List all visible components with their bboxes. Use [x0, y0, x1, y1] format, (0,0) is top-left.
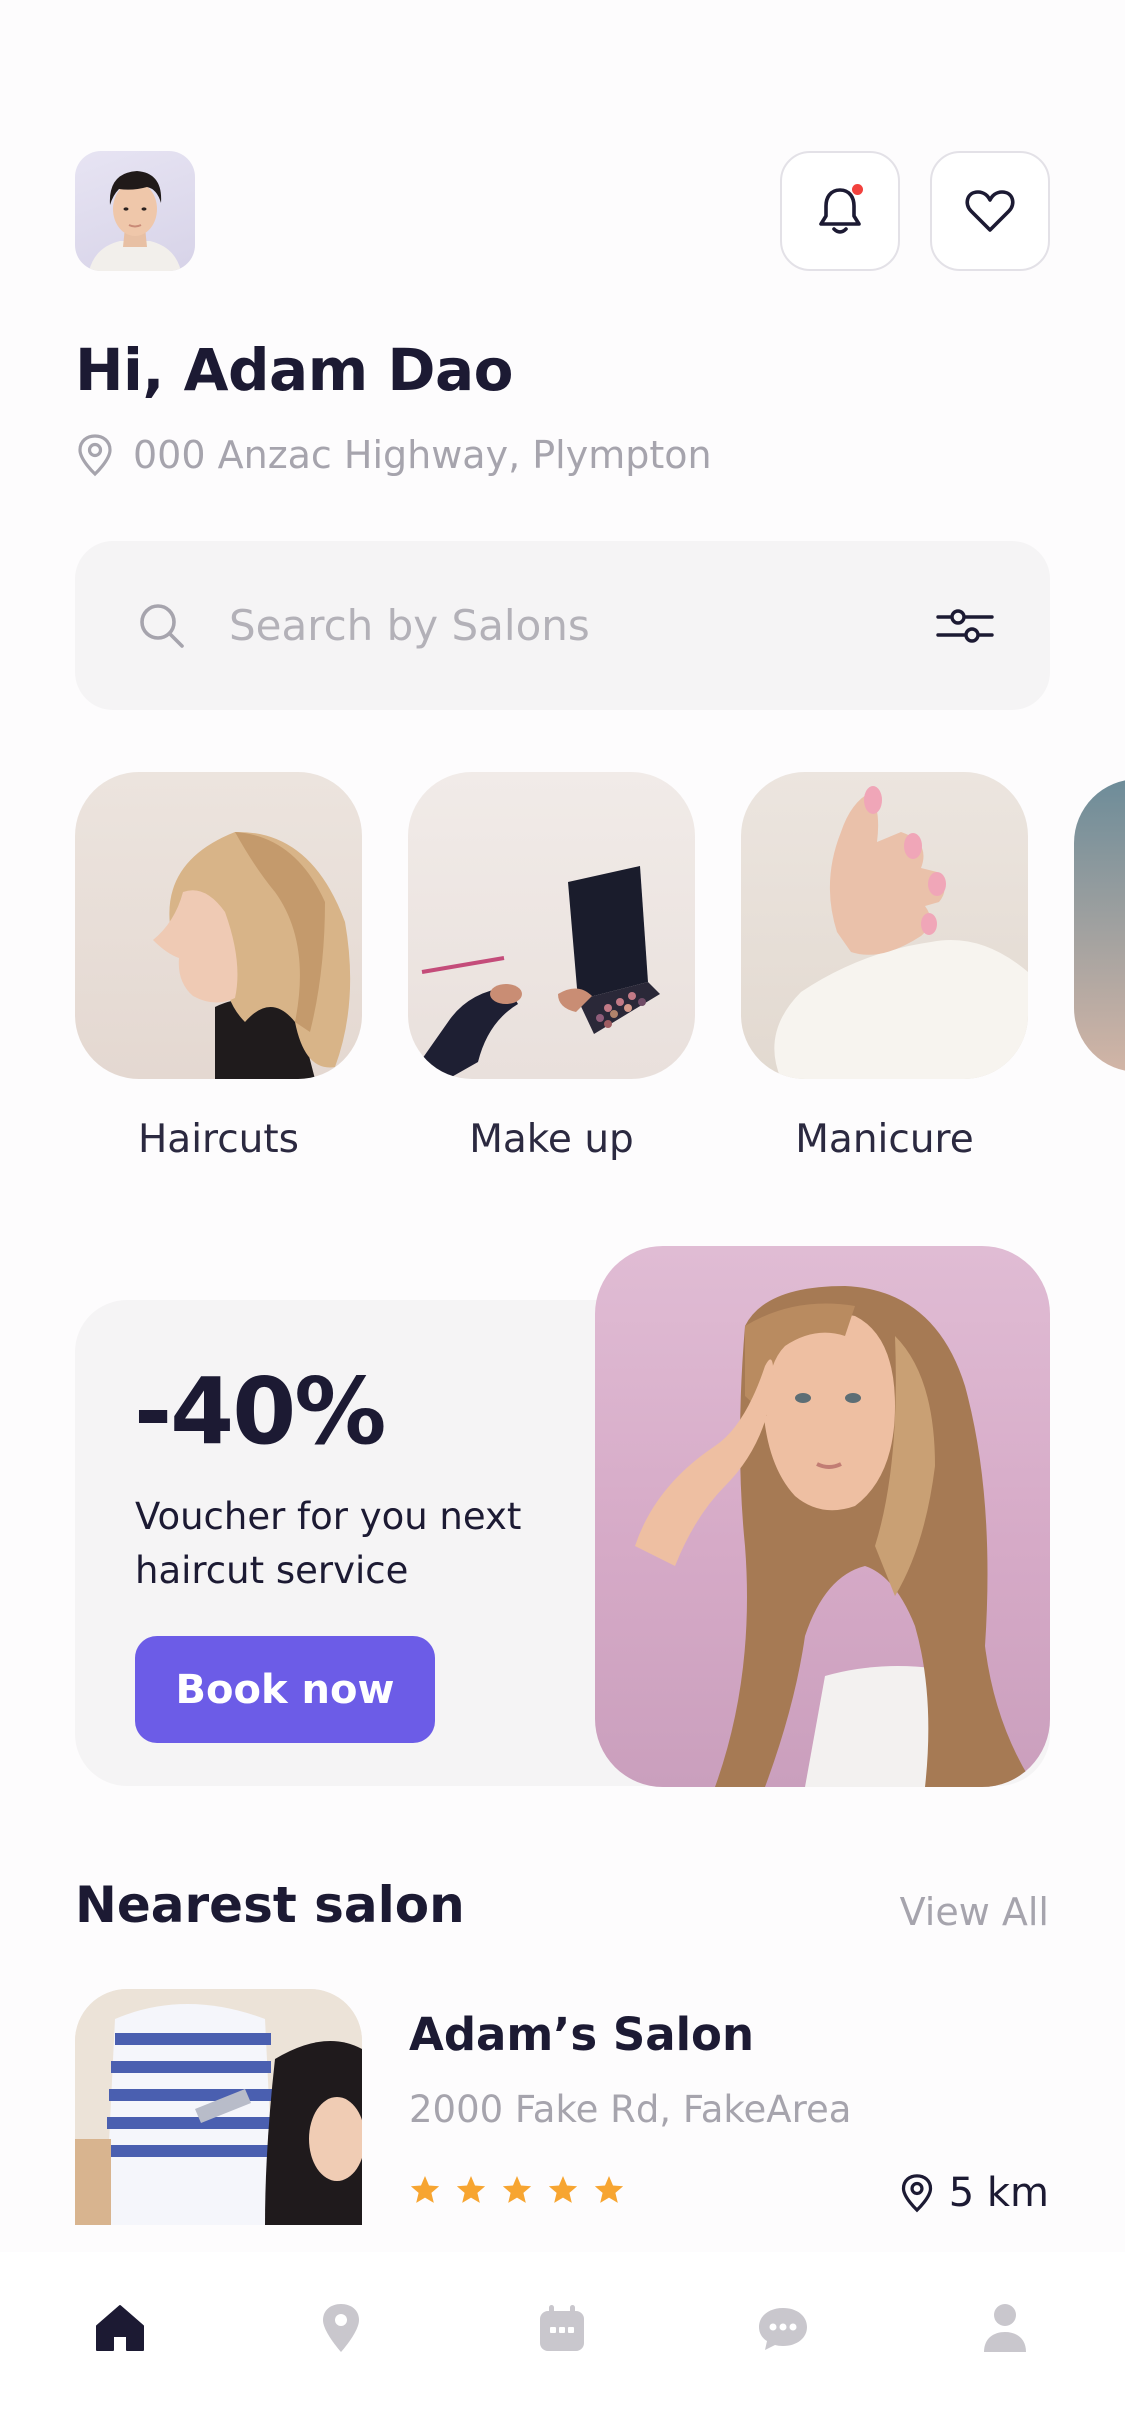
category-label: Manicure [795, 1117, 974, 1162]
user-location[interactable]: 000 Anzac Highway, Plympton [75, 433, 712, 477]
profile-icon [984, 2304, 1026, 2352]
makeup-image [408, 772, 695, 1079]
distance-text: 5 km [948, 2170, 1049, 2216]
salon-address: 2000 Fake Rd, FakeArea [409, 2088, 852, 2131]
category-label: Haircuts [137, 1117, 299, 1162]
category-makeup[interactable]: Make up [408, 772, 695, 1162]
notifications-button[interactable] [780, 151, 900, 271]
search-icon [140, 603, 184, 648]
star-icon [594, 2176, 624, 2203]
nav-calendar[interactable] [527, 2293, 597, 2363]
category-label: Make up [469, 1117, 634, 1162]
home-icon [96, 2305, 144, 2351]
haircuts-image [75, 772, 362, 1079]
manicure-image [741, 772, 1028, 1079]
salon-name[interactable]: Adam’s Salon [409, 2008, 754, 2061]
location-pin-icon [78, 434, 112, 477]
location-pin-icon [901, 2174, 932, 2213]
notification-dot [852, 184, 863, 195]
nav-home[interactable] [85, 2293, 155, 2363]
search-bar[interactable] [75, 541, 1050, 710]
salon-image[interactable] [75, 1989, 362, 2225]
category-partial[interactable] [1074, 779, 1125, 1072]
location-text: 000 Anzac Highway, Plympton [133, 433, 712, 477]
star-icon [410, 2176, 440, 2203]
user-avatar[interactable] [75, 151, 195, 271]
star-icon [456, 2176, 486, 2203]
avatar-portrait [89, 171, 181, 271]
salon-rating [409, 2174, 625, 2206]
view-all-link[interactable]: View All [900, 1890, 1049, 1934]
promo-image [595, 1246, 1050, 1787]
filter-icon[interactable] [936, 607, 994, 645]
favorites-button[interactable] [930, 151, 1050, 271]
section-title: Nearest salon [75, 1876, 465, 1934]
nav-profile[interactable] [970, 2293, 1040, 2363]
salon-distance: 5 km [899, 2170, 1049, 2216]
map-pin-icon [323, 2304, 359, 2352]
book-now-button[interactable]: Book now [135, 1636, 435, 1743]
star-icon [502, 2176, 532, 2203]
heart-icon [965, 190, 1015, 232]
chat-icon [759, 2308, 807, 2350]
promo-discount: -40% [134, 1358, 386, 1465]
calendar-icon [540, 2305, 584, 2351]
promo-description: Voucher for you next haircut service [135, 1495, 522, 1592]
nav-map[interactable] [306, 2293, 376, 2363]
search-input[interactable] [229, 601, 936, 650]
star-icon [548, 2176, 578, 2203]
category-manicure[interactable]: Manicure [741, 772, 1028, 1162]
category-haircuts[interactable]: Haircuts [75, 772, 362, 1162]
partial-category-image [1074, 779, 1125, 1072]
nav-messages[interactable] [748, 2293, 818, 2363]
greeting-title: Hi, Adam Dao [75, 336, 513, 404]
